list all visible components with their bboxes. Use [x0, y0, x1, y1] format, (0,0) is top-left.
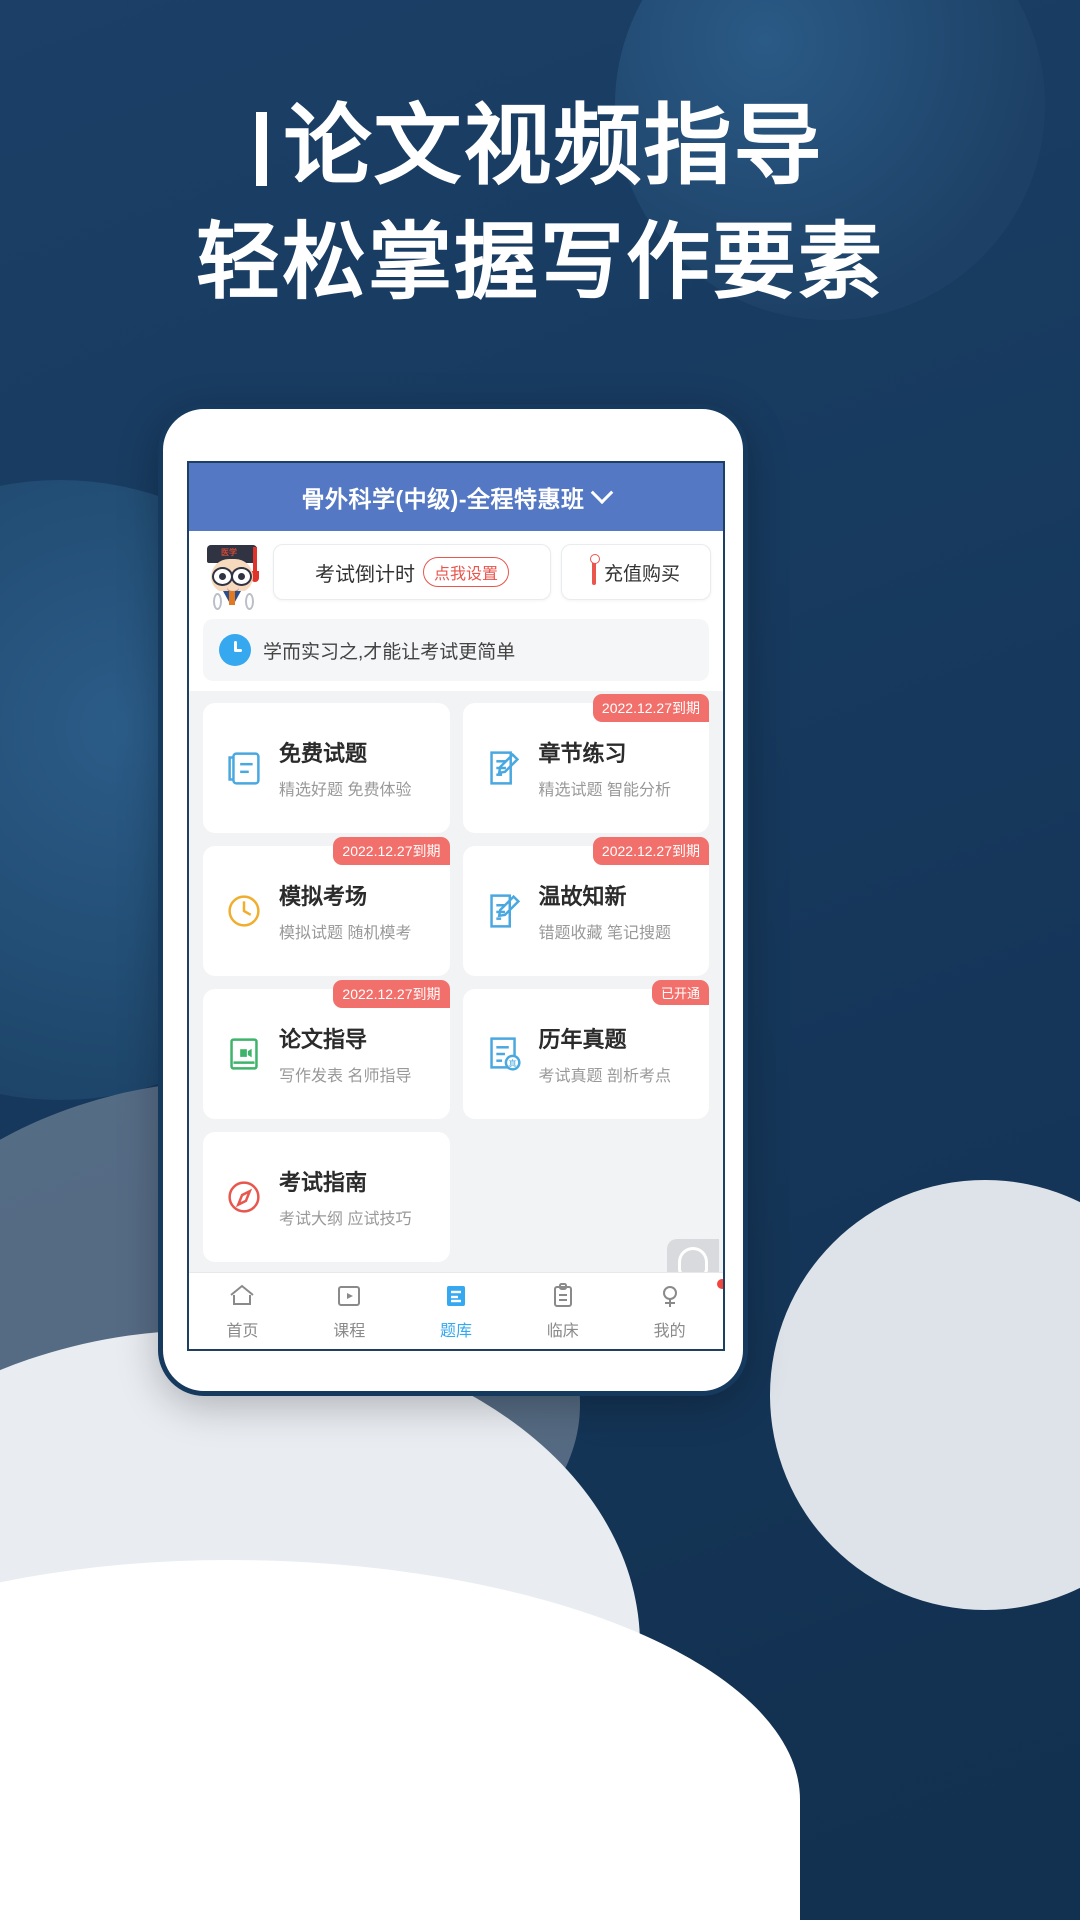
feature-card-paper-guidance[interactable]: 2022.12.27到期 论文指导 写作发表 名师指导: [203, 980, 450, 1119]
app-screen: 骨外科学(中级)-全程特惠班 医学 考试倒计时 点我设置 充值购买 学而实习之,…: [187, 461, 725, 1351]
feature-card-subtitle: 考试大纲 应试技巧: [279, 1211, 412, 1228]
headline-bar-icon: [256, 112, 268, 186]
tab-clinical[interactable]: 临床: [509, 1281, 616, 1341]
clock-icon: [219, 634, 251, 666]
tab-profile-label: 我的: [653, 1323, 686, 1340]
feature-card-subtitle: 错题收藏 笔记搜题: [538, 925, 671, 942]
avatar-pupil-right: [237, 573, 245, 580]
question-bank-icon: [446, 1286, 465, 1306]
avatar-tassel: [251, 547, 259, 582]
feature-card-past-papers[interactable]: 已开通 真 历年真题 考试真题 剖析考点: [462, 980, 709, 1119]
study-tip-bar[interactable]: 学而实习之,才能让考试更简单: [203, 619, 709, 681]
student-avatar-icon: 医学: [201, 541, 263, 610]
expiry-tag: 2022.12.27到期: [333, 980, 450, 1008]
feature-card-chapter-practice[interactable]: 2022.12.27到期 章节练习 精选试题 智能分析: [462, 694, 709, 833]
background-circle-bottom-right: [770, 1180, 1080, 1610]
tab-profile[interactable]: 我的: [616, 1279, 723, 1341]
expiry-tag: 2022.12.27到期: [592, 837, 709, 865]
feature-card-subtitle: 精选好题 免费体验: [279, 782, 412, 799]
expiry-tag: 2022.12.27到期: [333, 837, 450, 865]
feature-grid-container: 免费试题 精选好题 免费体验 2022.12.27到期 章节练习 精选试题 智能…: [189, 691, 723, 1276]
recharge-purchase-button[interactable]: 充值购买: [561, 544, 711, 600]
profile-icon: [662, 1286, 677, 1307]
feature-card-text: 温故知新 错题收藏 笔记搜题: [539, 879, 671, 943]
feature-card-text: 免费试题 精选好题 免费体验: [279, 736, 411, 800]
feature-card-title: 考试指南: [279, 1170, 368, 1195]
headline-line-2: 轻松掌握写作要素: [195, 213, 884, 311]
mock-exam-clock-icon: [228, 895, 260, 927]
feature-card-text: 历年真题 考试真题 剖析考点: [539, 1022, 671, 1086]
home-icon: [230, 1284, 255, 1305]
avatar-pupil-left: [218, 573, 226, 580]
tab-clinical-label: 临床: [546, 1323, 579, 1340]
feature-card-title: 章节练习: [538, 741, 627, 766]
ticket-icon: [589, 554, 600, 585]
promo-headline: 论文视频指导 轻松掌握写作要素: [0, 96, 1080, 311]
headline-line-1-text: 论文视频指导: [283, 94, 824, 197]
feature-card-exam-guide[interactable]: 考试指南 考试大纲 应试技巧: [203, 1132, 450, 1262]
feature-card-subtitle: 模拟试题 随机模考: [279, 925, 412, 942]
app-header[interactable]: 骨外科学(中级)-全程特惠班: [189, 463, 723, 531]
feature-card-review[interactable]: 2022.12.27到期 温故知新 错题收藏 笔记搜题: [462, 837, 709, 976]
tab-question-bank-label: 题库: [439, 1323, 472, 1340]
countdown-row: 医学 考试倒计时 点我设置 充值购买: [189, 531, 723, 610]
exam-countdown-label: 考试倒计时: [314, 563, 415, 586]
feature-card-title: 免费试题: [279, 741, 368, 766]
feature-card-text: 模拟考场 模拟试题 随机模考: [279, 879, 411, 943]
tab-course-label: 课程: [333, 1323, 366, 1340]
profile-badge-dot: [716, 1279, 723, 1289]
feature-card-title: 论文指导: [279, 1027, 368, 1052]
avatar-glasses-left: [212, 567, 233, 586]
clinical-clipboard-icon: [553, 1283, 572, 1307]
headline-line-1: 论文视频指导: [0, 96, 1080, 196]
avatar-stethoscope-left: [213, 593, 222, 610]
phone-mockup: 骨外科学(中级)-全程特惠班 医学 考试倒计时 点我设置 充值购买 学而实习之,…: [158, 404, 748, 1396]
feature-card-title: 模拟考场: [279, 884, 368, 909]
course-play-icon: [338, 1286, 361, 1306]
paper-video-icon: [230, 1038, 258, 1070]
feature-grid: 免费试题 精选好题 免费体验 2022.12.27到期 章节练习 精选试题 智能…: [203, 694, 709, 1262]
feature-card-text: 章节练习 精选试题 智能分析: [539, 736, 671, 800]
feature-card-title: 历年真题: [538, 1027, 627, 1052]
tab-question-bank[interactable]: 题库: [403, 1281, 510, 1341]
feature-card-subtitle: 考试真题 剖析考点: [538, 1068, 671, 1085]
feature-card-text: 论文指导 写作发表 名师指导: [279, 1022, 411, 1086]
tab-home-label: 首页: [226, 1323, 259, 1340]
past-papers-icon: 真: [489, 1037, 521, 1071]
recharge-purchase-label: 充值购买: [603, 563, 680, 585]
course-title: 骨外科学(中级)-全程特惠班: [301, 486, 585, 512]
tab-course[interactable]: 课程: [296, 1281, 403, 1341]
feature-card-subtitle: 写作发表 名师指导: [279, 1068, 412, 1085]
avatar-glasses-right: [231, 567, 252, 586]
background-wave-white: [0, 1560, 800, 1920]
tab-home[interactable]: 首页: [189, 1281, 296, 1341]
free-questions-icon: [228, 752, 260, 785]
chevron-down-icon[interactable]: [591, 481, 614, 505]
set-countdown-badge[interactable]: 点我设置: [422, 557, 509, 587]
exam-countdown-button[interactable]: 考试倒计时 点我设置: [273, 544, 551, 600]
avatar-stethoscope-right: [245, 593, 254, 610]
chapter-practice-icon: [489, 751, 519, 785]
expiry-tag: 2022.12.27到期: [592, 694, 709, 722]
status-tag: 已开通: [651, 980, 709, 1005]
avatar-tie: [229, 591, 235, 605]
feature-card-text: 考试指南 考试大纲 应试技巧: [279, 1165, 411, 1229]
study-tip-text: 学而实习之,才能让考试更简单: [263, 641, 516, 663]
review-notes-icon: [489, 894, 520, 928]
svg-text:真: 真: [508, 1057, 517, 1068]
feature-card-free-questions[interactable]: 免费试题 精选好题 免费体验: [203, 703, 450, 833]
feature-card-subtitle: 精选试题 智能分析: [538, 782, 671, 799]
avatar-cap-text: 医学: [221, 548, 237, 557]
exam-guide-compass-icon: [228, 1181, 260, 1213]
bottom-tab-bar: 首页 课程 题库 临床 我的: [189, 1272, 723, 1349]
feature-card-title: 温故知新: [538, 884, 627, 909]
feature-card-mock-exam[interactable]: 2022.12.27到期 模拟考场 模拟试题 随机模考: [203, 837, 450, 976]
